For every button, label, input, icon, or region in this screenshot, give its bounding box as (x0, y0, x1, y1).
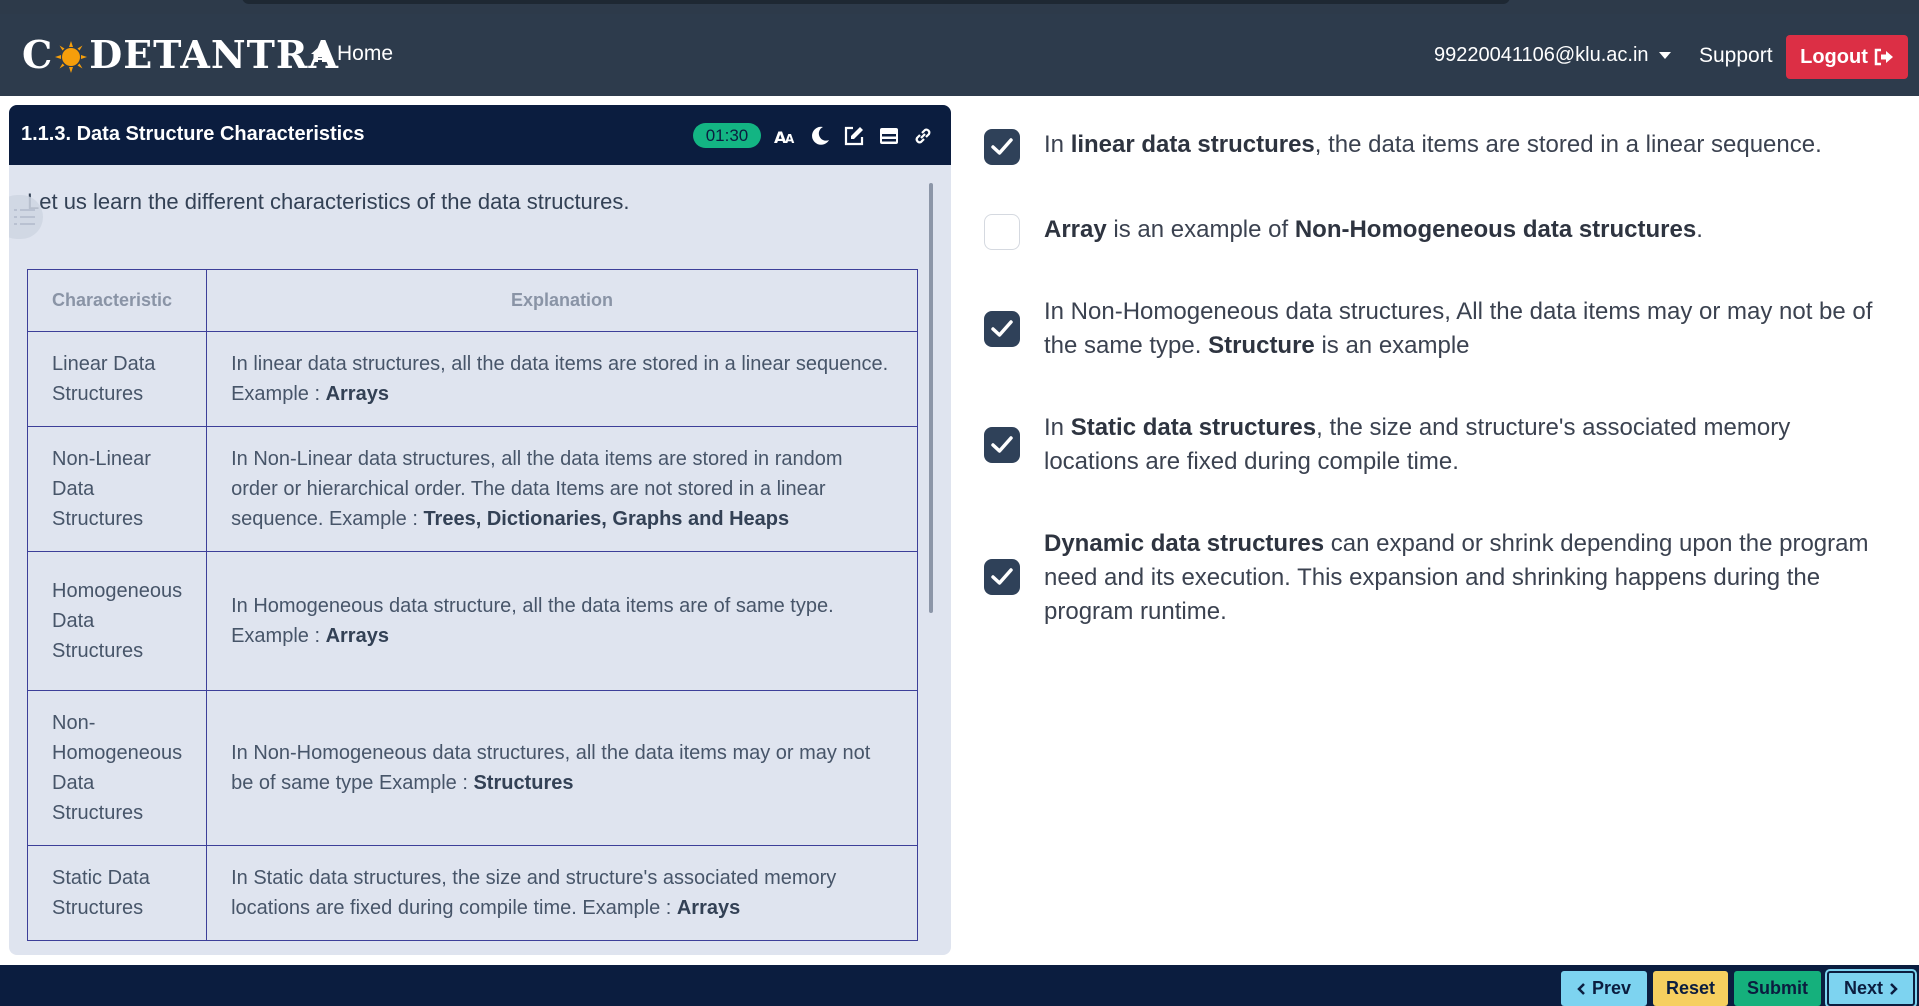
sun-icon (54, 38, 88, 73)
explanation-example: Arrays (325, 383, 389, 405)
logout-label: Logout (1800, 45, 1868, 68)
home-link[interactable]: Home (310, 42, 393, 66)
home-label: Home (337, 42, 394, 65)
panel-header: 1.1.3. Data Structure Characteristics 01… (9, 105, 951, 165)
codetantra-logo[interactable]: C DETANTRA (22, 32, 339, 77)
timer-badge: 01:30 (693, 123, 761, 148)
option-text: In linear data structures, the data item… (1044, 128, 1884, 162)
chevron-right-icon (1890, 982, 1898, 995)
next-button[interactable]: Next (1825, 969, 1917, 1006)
table-row: Linear Data Structures In linear data st… (26, 331, 918, 427)
option-checkbox[interactable] (984, 129, 1020, 165)
option-text-part: In (1044, 131, 1071, 158)
intro-text: Let us learn the different characteristi… (27, 189, 630, 214)
characteristic-cell: Homogeneous Data Structures (26, 551, 208, 691)
option-text-bold: Non-Homogeneous data structures (1294, 216, 1697, 243)
explanation-example: Trees, Dictionaries, Graphs and Heaps (423, 508, 790, 530)
table-row: Non-Homogeneous Data Structures In Non-H… (26, 690, 918, 846)
column-header: Characteristic (26, 269, 208, 332)
explanation-text: In Homogeneous data structure, all the d… (231, 595, 834, 647)
app-header: C DETANTRA Home 99220041106@klu.ac.in Su… (0, 14, 1919, 96)
option-text-bold: Array (1044, 216, 1107, 243)
prev-label: Prev (1591, 978, 1632, 998)
check-icon (991, 138, 1013, 155)
option-text-bold: Static data structures (1070, 414, 1317, 441)
logo-letter-c: C (22, 32, 54, 77)
check-icon (991, 320, 1013, 337)
characteristic-cell: Linear Data Structures (26, 331, 208, 427)
edit-icon[interactable] (842, 124, 866, 148)
characteristic-cell: Non-Linear Data Structures (26, 426, 208, 552)
option-checkbox[interactable] (984, 427, 1020, 463)
chevron-left-icon (1577, 982, 1585, 995)
browser-top-strip (0, 0, 1919, 14)
check-icon (991, 568, 1013, 585)
option-text-bold: linear data structures (1070, 131, 1315, 158)
link-icon[interactable] (911, 124, 935, 148)
explanation-cell: In Homogeneous data structure, all the d… (206, 551, 918, 691)
option-text-part: . (1696, 216, 1703, 243)
list-icon (14, 209, 35, 225)
content-scrollbar[interactable] (929, 183, 933, 613)
characteristic-cell: Static Data Structures (26, 845, 208, 941)
logout-button[interactable]: Logout (1786, 35, 1908, 79)
submit-button[interactable]: Submit (1734, 971, 1821, 1006)
option-text-part: is an example (1314, 332, 1470, 359)
column-header: Explanation (206, 269, 918, 332)
explanation-cell: In Non-Homogeneous data structures, all … (206, 690, 918, 846)
layout-icon[interactable] (877, 124, 901, 148)
explanation-example: Arrays (325, 625, 389, 647)
explanation-text: In Static data structures, the size and … (231, 867, 837, 919)
sign-out-icon (1874, 48, 1893, 66)
page-title: 1.1.3. Data Structure Characteristics (21, 123, 365, 145)
table-row: Homogeneous Data Structures In Homogeneo… (26, 551, 918, 691)
next-label: Next (1843, 978, 1883, 998)
prev-button[interactable]: Prev (1561, 971, 1647, 1006)
table-header-row: Characteristic Explanation (26, 269, 918, 332)
option-text-part: is an example of (1106, 216, 1295, 243)
chevron-down-icon (1658, 52, 1671, 59)
font-size-icon[interactable]: A A (773, 124, 797, 148)
characteristics-table: Characteristic Explanation Linear Data S… (26, 269, 918, 941)
svg-text:A: A (785, 132, 795, 146)
option-checkbox[interactable] (984, 559, 1020, 595)
option-text: Dynamic data structures can expand or sh… (1044, 527, 1884, 629)
check-icon (991, 436, 1013, 453)
option-text-part: , the data items are stored in a linear … (1314, 131, 1822, 158)
explanation-cell: In linear data structures, all the data … (206, 331, 918, 427)
logo-text: DETANTRA (89, 32, 339, 77)
option-text-bold: Dynamic data structures (1044, 530, 1325, 557)
table-row: Non-Linear Data Structures In Non-Linear… (26, 426, 918, 552)
option-text-part: In (1044, 414, 1071, 441)
top-bar-pill (242, 0, 1510, 4)
option-text-bold: Structure (1208, 332, 1315, 359)
content-panel: 1.1.3. Data Structure Characteristics 01… (9, 105, 951, 955)
option-text: In Static data structures, the size and … (1044, 411, 1884, 479)
explanation-example: Arrays (676, 897, 741, 919)
characteristic-cell: Non-Homogeneous Data Structures (26, 690, 208, 846)
user-dropdown[interactable]: 99220041106@klu.ac.in (1434, 44, 1671, 67)
user-email: 99220041106@klu.ac.in (1434, 44, 1649, 66)
option-checkbox[interactable] (984, 214, 1020, 250)
moon-icon[interactable] (808, 124, 832, 148)
explanation-cell: In Static data structures, the size and … (206, 845, 918, 941)
option-text: Array is an example of Non-Homogeneous d… (1044, 213, 1884, 247)
explanation-example: Structures (473, 772, 574, 794)
table-row: Static Data Structures In Static data st… (26, 845, 918, 941)
support-link[interactable]: Support (1699, 44, 1773, 68)
explanation-cell: In Non-Linear data structures, all the d… (206, 426, 918, 552)
home-icon (311, 46, 329, 62)
option-checkbox[interactable] (984, 311, 1020, 347)
footer-bar: Prev Reset Submit Next (0, 965, 1919, 1006)
reset-button[interactable]: Reset (1653, 971, 1728, 1006)
option-text: In Non-Homogeneous data structures, All … (1044, 295, 1884, 363)
